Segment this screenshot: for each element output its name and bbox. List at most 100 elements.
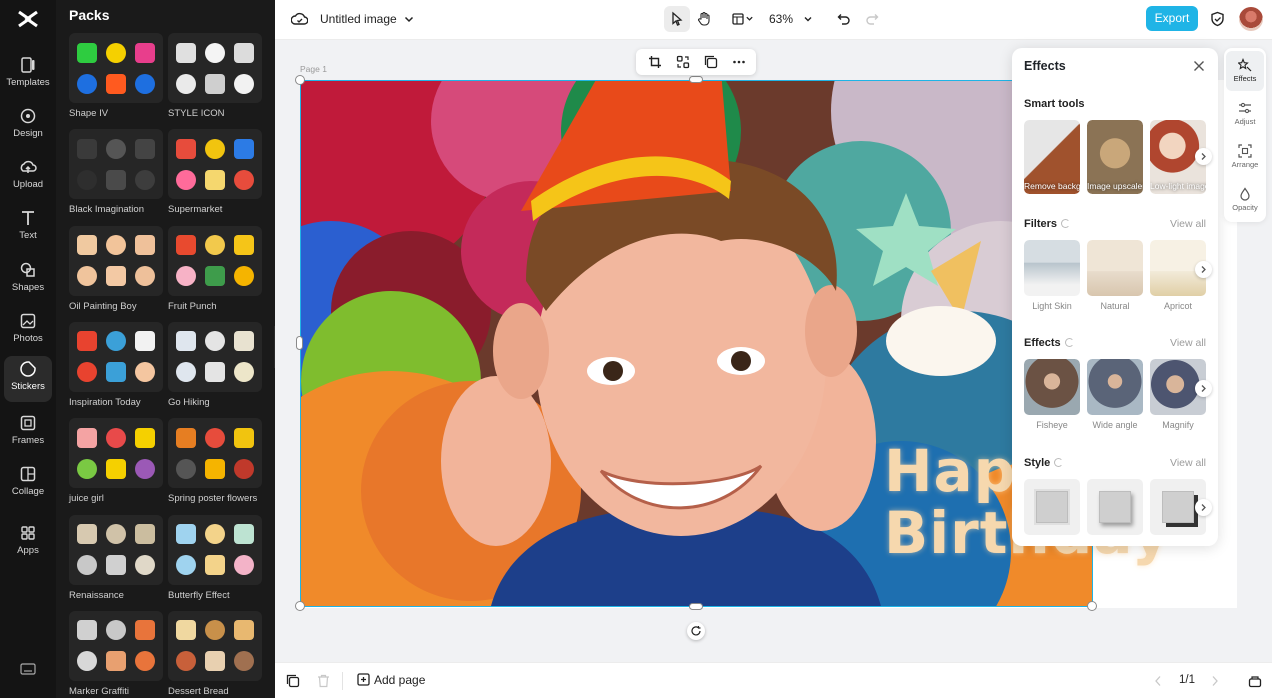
sticker-pack[interactable]: Marker Graffiti [69, 610, 163, 697]
rail-item-templates[interactable]: Templates [4, 52, 52, 98]
rail-item-apps[interactable]: Apps [4, 520, 52, 566]
filters-next-button[interactable] [1195, 261, 1212, 278]
sticker-pack[interactable]: Go Hiking [168, 321, 262, 408]
sticker-preview [77, 524, 98, 544]
crop-icon[interactable] [648, 55, 662, 69]
more-icon[interactable] [732, 55, 746, 69]
rail-item-stickers[interactable]: Stickers [4, 356, 52, 402]
zoom-level[interactable]: 63% [769, 12, 793, 26]
sticker-pack-name: Oil Painting Boy [69, 300, 137, 312]
sticker-pack[interactable]: juice girl [69, 418, 163, 504]
add-page-button[interactable]: Add page [357, 673, 425, 687]
sticker-pack[interactable]: Inspiration Today [69, 321, 163, 408]
filter-apricot[interactable]: Apricot [1150, 240, 1206, 314]
rail-item-photos[interactable]: Photos [4, 308, 52, 354]
select-tool-button[interactable] [664, 6, 690, 32]
smart-tools-next-button[interactable] [1195, 148, 1212, 165]
sticker-pack[interactable]: STYLE ICON [168, 33, 262, 119]
rail-item-upload[interactable]: Upload [4, 154, 52, 200]
keyboard-icon[interactable] [20, 662, 36, 676]
effect-label: Fisheye [1036, 420, 1068, 430]
hand-tool-button[interactable] [691, 6, 717, 32]
style-option-2[interactable] [1087, 479, 1143, 535]
filter-light-skin[interactable]: Light Skin [1024, 240, 1080, 314]
rotate-handle[interactable] [687, 622, 705, 640]
sticker-preview [77, 427, 98, 448]
adjust-icon [1239, 102, 1251, 114]
sticker-pack-thumbnail [69, 514, 163, 585]
filter-natural[interactable]: Natural [1087, 240, 1143, 314]
rail-tab-adjust[interactable]: Adjust [1226, 94, 1264, 134]
smart-tool-image-upscaler[interactable]: Image upscaler [1087, 120, 1143, 194]
effect-fisheye[interactable]: Fisheye [1024, 359, 1080, 433]
smart-tool-remove-background[interactable]: Remove background [1024, 120, 1080, 194]
chevron-down-icon[interactable] [403, 13, 415, 25]
rail-tab-effects[interactable]: Effects [1226, 51, 1264, 91]
user-avatar[interactable] [1239, 7, 1263, 31]
trash-icon[interactable] [317, 674, 330, 688]
shield-icon[interactable] [1210, 11, 1225, 27]
capcut-logo-icon[interactable] [16, 8, 40, 30]
effects-section-title: Effects [1024, 337, 1074, 349]
rail-tab-arrange[interactable]: Arrange [1226, 137, 1264, 177]
zoom-chevron-down-icon[interactable] [803, 14, 813, 24]
sticker-preview [77, 331, 98, 352]
export-button[interactable]: Export [1146, 6, 1198, 31]
resize-handle-top-left[interactable] [295, 75, 305, 85]
sticker-pack[interactable]: Dessert Bread [168, 610, 262, 697]
sticker-pack[interactable]: Oil Painting Boy [69, 225, 163, 312]
resize-handle-top[interactable] [689, 76, 703, 83]
rail-item-collage[interactable]: Collage [4, 461, 52, 507]
chevron-right-icon[interactable] [1210, 675, 1220, 687]
chevron-left-icon[interactable] [1153, 675, 1163, 687]
rail-item-frames[interactable]: Frames [4, 410, 52, 456]
resize-handle-left[interactable] [296, 336, 303, 350]
sticker-preview [134, 555, 155, 575]
rail-item-shapes[interactable]: Shapes [4, 257, 52, 303]
effects-next-button[interactable] [1195, 380, 1212, 397]
rail-tab-label: Arrange [1231, 160, 1259, 169]
chevron-down-icon[interactable] [745, 14, 754, 23]
redo-icon[interactable] [865, 12, 879, 26]
sticker-pack[interactable]: Black Imagination [69, 129, 163, 215]
sticker-pack[interactable]: Butterfly Effect [168, 514, 262, 601]
sticker-preview [204, 73, 225, 94]
rail-item-design[interactable]: Design [4, 103, 52, 149]
sticker-pack[interactable]: Supermarket [168, 129, 262, 215]
layers-icon[interactable] [286, 674, 300, 688]
sticker-preview [77, 73, 98, 94]
sticker-pack[interactable]: Renaissance [69, 514, 163, 601]
effect-magnify[interactable]: Magnify [1150, 359, 1206, 433]
resize-handle-bottom-right[interactable] [1087, 601, 1097, 611]
resize-handle-bottom[interactable] [689, 603, 703, 610]
cloud-save-icon[interactable] [291, 11, 308, 27]
document-title[interactable]: Untitled image [320, 12, 397, 26]
replace-icon[interactable] [676, 55, 690, 69]
filters-view-all-link[interactable]: View all [1170, 218, 1206, 230]
rail-tab-opacity[interactable]: Opacity [1226, 180, 1264, 220]
style-preview [1099, 491, 1131, 523]
style-view-all-link[interactable]: View all [1170, 457, 1206, 469]
style-option-1[interactable] [1024, 479, 1080, 535]
sticker-preview [176, 651, 197, 672]
sticker-preview [176, 266, 197, 287]
resize-handle-bottom-left[interactable] [295, 601, 305, 611]
sticker-pack-thumbnail [168, 418, 262, 489]
sticker-pack[interactable]: Fruit Punch [168, 225, 262, 312]
sticker-preview [204, 458, 225, 479]
add-page-icon [357, 673, 370, 686]
duplicate-icon[interactable] [704, 55, 718, 69]
sticker-pack[interactable]: Shape IV [69, 33, 163, 119]
sticker-pack-name: Spring poster flowers [168, 493, 258, 505]
close-icon[interactable] [1193, 60, 1205, 72]
pages-panel-icon[interactable] [1248, 674, 1262, 688]
sticker-pack[interactable]: Spring poster flowers [168, 418, 262, 504]
effects-view-all-link[interactable]: View all [1170, 337, 1206, 349]
rail-item-text[interactable]: Text [4, 205, 52, 251]
sticker-preview [204, 235, 225, 256]
undo-icon[interactable] [837, 12, 851, 26]
sticker-preview [176, 73, 197, 94]
selection-frame [300, 80, 1093, 607]
effect-wide-angle[interactable]: Wide angle [1087, 359, 1143, 433]
style-next-button[interactable] [1195, 499, 1212, 516]
